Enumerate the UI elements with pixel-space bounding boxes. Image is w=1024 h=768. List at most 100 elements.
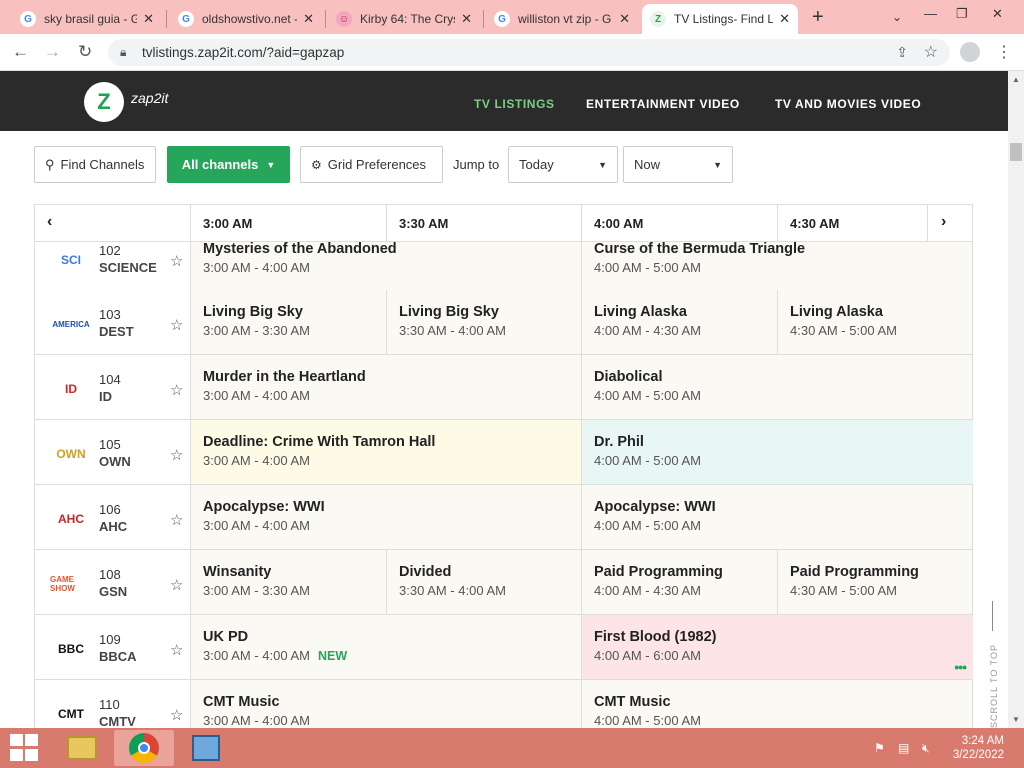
bookmark-star-icon[interactable]: ☆	[924, 42, 938, 62]
share-icon[interactable]: ⇪	[896, 44, 908, 61]
action-center-flag-icon[interactable]: ⚑	[874, 741, 885, 755]
program-cell[interactable]: Living Alaska 4:00 AM - 4:30 AM	[581, 290, 777, 354]
program-cell[interactable]: Deadline: Crime With Tamron Hall 3:00 AM …	[190, 420, 581, 484]
program-cell[interactable]: Living Big Sky 3:30 AM - 4:00 AM	[386, 290, 581, 354]
windows-start-icon[interactable]	[10, 734, 40, 762]
scroll-down-icon[interactable]: ▼	[1012, 715, 1020, 724]
favorite-star-icon[interactable]: ☆	[170, 641, 183, 659]
all-channels-dropdown[interactable]: All channels ▼	[167, 146, 290, 183]
nav-entertainment-video[interactable]: ENTERTAINMENT VIDEO	[586, 97, 740, 111]
program-cell[interactable]: Paid Programming 4:30 AM - 5:00 AM	[777, 550, 973, 614]
program-cell[interactable]: CMT Music 4:00 AM - 5:00 AM	[581, 680, 973, 728]
channel-cell[interactable]: CMT 110 CMTV ☆	[35, 680, 191, 728]
site-header: Z zap2it TV LISTINGS ENTERTAINMENT VIDEO…	[0, 71, 1008, 131]
program-cell[interactable]: Mysteries of the Abandoned 3:00 AM - 4:00…	[190, 242, 581, 290]
grid-preferences-button[interactable]: ⚙ Grid Preferences	[300, 146, 443, 183]
favorite-star-icon[interactable]: ☆	[170, 511, 183, 529]
channel-logo[interactable]: ID	[50, 375, 92, 403]
channel-logo[interactable]: SCI	[50, 246, 92, 274]
tab-oldshowstivo[interactable]: Goldshowstivo.net - ✕	[170, 4, 322, 34]
reload-icon[interactable]: ↻	[78, 42, 92, 62]
channel-cell[interactable]: ID 104 ID ☆	[35, 355, 191, 419]
program-cell[interactable]: Curse of the Bermuda Triangle 4:00 AM - 5…	[581, 242, 973, 290]
minimize-icon[interactable]: —	[924, 6, 937, 21]
program-cell[interactable]: Apocalypse: WWI 4:00 AM - 5:00 AM	[581, 485, 973, 549]
control-panel-icon[interactable]	[176, 730, 236, 766]
new-tab-plus-icon[interactable]: +	[812, 6, 824, 29]
channel-logo[interactable]: OWN	[50, 440, 92, 468]
kebab-menu-icon[interactable]: ⋮	[996, 42, 1012, 62]
channel-logo[interactable]: AHC	[50, 505, 92, 533]
program-cell[interactable]: Divided 3:30 AM - 4:00 AM	[386, 550, 581, 614]
nav-tv-and-movies-video[interactable]: TV AND MOVIES VIDEO	[775, 97, 921, 111]
program-cell[interactable]: First Blood (1982) 4:00 AM - 6:00 AM •••	[581, 615, 973, 679]
url-bar[interactable]: 🔒︎ tvlistings.zap2it.com/?aid=gapzap ⇪ ☆	[108, 39, 950, 66]
window-close-icon[interactable]: ✕	[992, 6, 1003, 22]
profile-avatar-icon[interactable]	[960, 42, 980, 62]
scroll-to-top[interactable]: SCROLL TO TOP	[984, 601, 1004, 728]
network-icon[interactable]: ▤	[898, 741, 909, 755]
program-cell[interactable]: Living Alaska 4:30 AM - 5:00 AM	[777, 290, 973, 354]
program-cell[interactable]: Diabolical 4:00 AM - 5:00 AM	[581, 355, 973, 419]
chrome-icon[interactable]	[114, 730, 174, 766]
close-icon[interactable]: ✕	[619, 11, 630, 27]
program-cell[interactable]: Murder in the Heartland 3:00 AM - 4:00 AM	[190, 355, 581, 419]
channel-logo[interactable]: BBC	[50, 635, 92, 663]
tab-tv-listings[interactable]: Z TV Listings- Find L ✕	[642, 4, 798, 34]
close-icon[interactable]: ✕	[303, 11, 314, 27]
time-select[interactable]: Now ▼	[623, 146, 733, 183]
program-title: Winsanity	[203, 564, 272, 580]
program-cell[interactable]: Winsanity 3:00 AM - 3:30 AM	[190, 550, 386, 614]
channel-cell[interactable]: AHC 106 AHC ☆	[35, 485, 191, 549]
chevron-down-icon[interactable]: ⌄	[892, 10, 902, 24]
channel-logo[interactable]: GAME SHOW	[50, 570, 92, 598]
close-icon[interactable]: ✕	[143, 11, 154, 27]
favorite-star-icon[interactable]: ☆	[170, 706, 183, 724]
tab-title: sky brasil guia - G	[44, 12, 138, 26]
tab-sky-brasil[interactable]: Gsky brasil guia - G ✕	[12, 4, 162, 34]
favorite-star-icon[interactable]: ☆	[170, 381, 183, 399]
zap2it-logo[interactable]: Z	[84, 82, 124, 122]
program-cell[interactable]: Apocalypse: WWI 3:00 AM - 4:00 AM	[190, 485, 581, 549]
favorite-star-icon[interactable]: ☆	[170, 446, 183, 464]
channel-cell[interactable]: OWN 105 OWN ☆	[35, 420, 191, 484]
volume-muted-icon[interactable]: 🔇︎	[922, 741, 930, 756]
program-cell[interactable]: UK PD 3:00 AM - 4:00 AM NEW	[190, 615, 581, 679]
favorite-star-icon[interactable]: ☆	[170, 576, 183, 594]
program-cell[interactable]: Dr. Phil 4:00 AM - 5:00 AM	[581, 420, 973, 484]
program-time: 4:30 AM - 5:00 AM	[790, 323, 973, 338]
find-channels-button[interactable]: ⚲ Find Channels	[34, 146, 156, 183]
close-icon[interactable]: ✕	[779, 11, 790, 27]
day-select[interactable]: Today ▼	[508, 146, 618, 183]
channel-cell[interactable]: SCI 102 SCIENCE ☆	[35, 242, 191, 290]
file-explorer-icon[interactable]	[52, 730, 112, 766]
favorite-star-icon[interactable]: ☆	[170, 316, 183, 334]
program-time: 3:30 AM - 4:00 AM	[399, 323, 581, 338]
channel-number: 105	[99, 437, 121, 452]
program-time: 3:00 AM - 4:00 AM	[203, 260, 581, 275]
restore-icon[interactable]: ❐	[956, 6, 968, 22]
channel-logo[interactable]: CMT	[50, 700, 92, 728]
channel-logo[interactable]: AMERICA	[50, 310, 92, 338]
forward-arrow-icon[interactable]: →	[44, 42, 61, 62]
program-cell[interactable]: Paid Programming 4:00 AM - 4:30 AM	[581, 550, 777, 614]
tab-kirby[interactable]: ☺ Kirby 64: The Crys ✕	[328, 4, 480, 34]
page-scrollbar[interactable]: ▲ ▼	[1008, 71, 1024, 728]
scroll-up-icon[interactable]: ▲	[1012, 75, 1020, 84]
close-icon[interactable]: ✕	[461, 11, 472, 27]
favorite-star-icon[interactable]: ☆	[170, 252, 183, 270]
tab-williston[interactable]: Gwilliston vt zip - G ✕	[486, 4, 638, 34]
channel-cell[interactable]: AMERICA 103 DEST ☆	[35, 290, 191, 354]
channel-cell[interactable]: GAME SHOW 108 GSN ☆	[35, 550, 191, 614]
prev-time-chevron-icon[interactable]: ‹	[47, 213, 52, 231]
program-cell[interactable]: Living Big Sky 3:00 AM - 3:30 AM	[190, 290, 386, 354]
scrollbar-thumb[interactable]	[1010, 143, 1022, 161]
program-time-text: 3:00 AM - 4:00 AM	[203, 518, 310, 533]
more-options-icon[interactable]: •••	[954, 659, 967, 675]
channel-cell[interactable]: BBC 109 BBCA ☆	[35, 615, 191, 679]
back-arrow-icon[interactable]: ←	[12, 42, 29, 62]
system-clock[interactable]: 3:24 AM 3/22/2022	[950, 734, 1004, 762]
next-time-chevron-icon[interactable]: ›	[941, 213, 946, 231]
program-cell[interactable]: CMT Music 3:00 AM - 4:00 AM	[190, 680, 581, 728]
nav-tv-listings[interactable]: TV LISTINGS	[474, 97, 555, 111]
